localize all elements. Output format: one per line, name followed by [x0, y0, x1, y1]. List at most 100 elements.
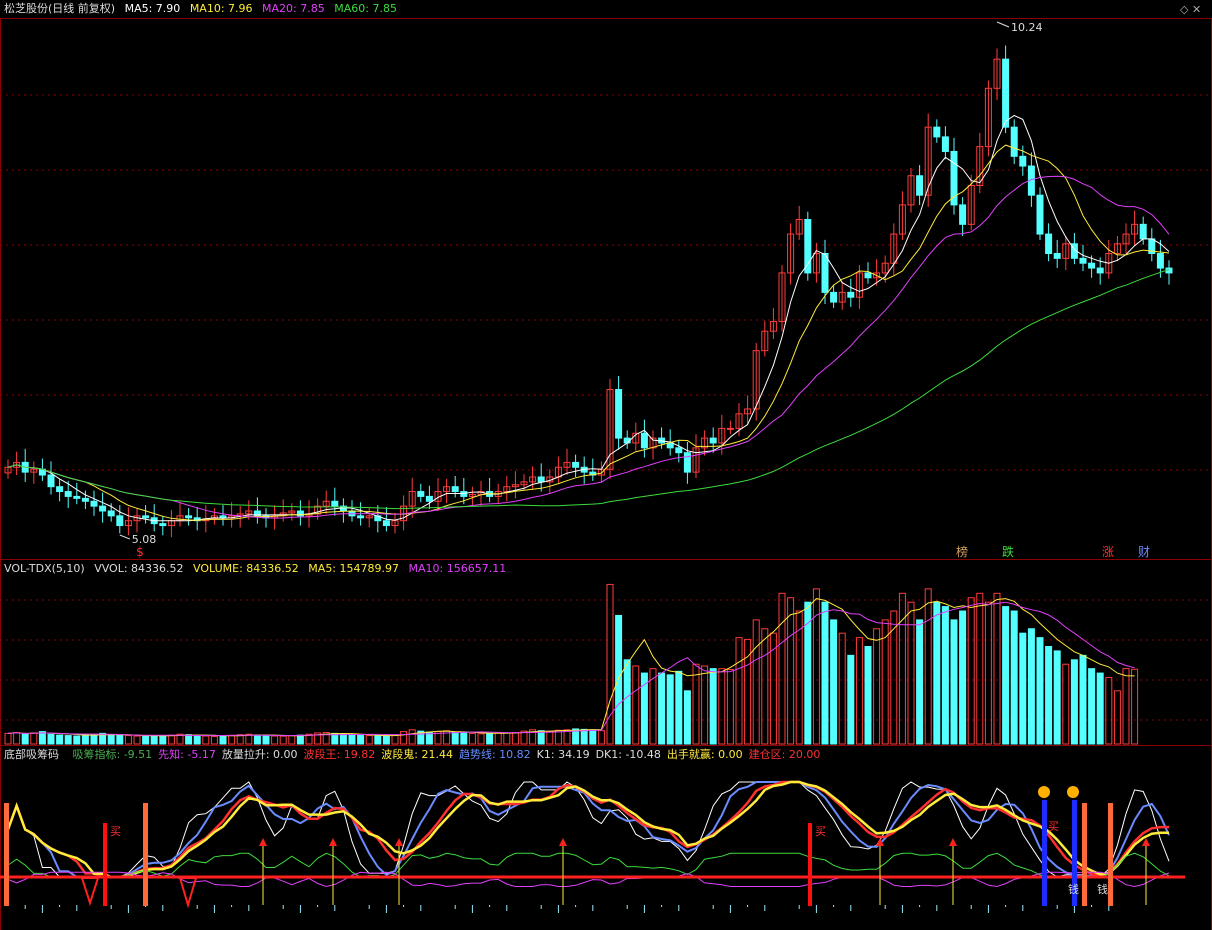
up-arrow-icon: [949, 838, 957, 846]
candle-body: [1079, 257, 1087, 264]
event-marker: 财: [1138, 545, 1150, 559]
chart-frame: [0, 18, 1212, 930]
volume-bar: [30, 732, 38, 745]
volume-bar: [1096, 672, 1104, 745]
up-arrow-icon: [329, 838, 337, 846]
volume-bar: [726, 669, 734, 745]
candle-body: [99, 505, 107, 512]
money-bag-icon: [1067, 786, 1079, 798]
candle-body: [64, 491, 72, 497]
volume-bar: [950, 619, 958, 745]
stock-chart-canvas[interactable]: 10.245.08$ 榜跌涨财买买买钱钱: [0, 0, 1212, 930]
high-pointer: [996, 21, 1010, 28]
candle-body: [116, 515, 124, 527]
volume-bar: [150, 735, 158, 745]
volume-bar: [615, 614, 623, 745]
candle-body: [219, 515, 227, 519]
event-marker: $: [136, 545, 144, 559]
candle-body: [451, 486, 459, 493]
volume-bar: [81, 734, 89, 745]
volume-bar: [253, 734, 261, 745]
volume-bar: [210, 735, 218, 745]
volume-bar: [56, 734, 64, 745]
money-signal-label: 钱: [1097, 882, 1108, 896]
volume-bar: [228, 734, 236, 745]
candle-body: [331, 500, 339, 507]
volume-bar: [13, 731, 21, 745]
volume-bar: [830, 619, 838, 745]
volume-bar: [709, 668, 717, 745]
volume-bar: [976, 592, 984, 745]
signal-bar: [1108, 803, 1113, 906]
volume-bar: [219, 735, 227, 745]
volume-bar: [855, 637, 863, 745]
money-bag-icon: [1038, 786, 1050, 798]
volume-bar: [468, 732, 476, 745]
volume-bar: [873, 628, 881, 745]
volume-bar: [1019, 632, 1027, 745]
volume-bar: [348, 734, 356, 745]
volume-bar: [21, 733, 29, 745]
money-signal-label: 钱: [1068, 882, 1079, 896]
signal-bar: [143, 803, 148, 906]
volume-bar: [1088, 668, 1096, 745]
volume-bar: [116, 734, 124, 745]
volume-bar: [1010, 610, 1018, 745]
candle-body: [615, 389, 623, 439]
candle-body: [830, 291, 838, 303]
high-price-label: 10.24: [1011, 21, 1043, 34]
candle-body: [847, 291, 855, 298]
candle-body: [709, 437, 717, 444]
candle-body: [821, 252, 829, 293]
candle-body: [1002, 58, 1010, 128]
volume-bar: [107, 734, 115, 745]
event-marker: 跌: [1002, 544, 1014, 559]
volume-bar: [400, 731, 408, 745]
volume-bar: [1105, 677, 1113, 745]
signal-bar: [4, 803, 9, 906]
volume-bar: [898, 592, 906, 745]
volume-bar: [916, 619, 924, 745]
volume-bar: [701, 665, 709, 745]
volume-bar: [1062, 663, 1070, 745]
volume-bar: [1079, 654, 1087, 745]
volume-bar: [73, 735, 81, 745]
volume-bar: [511, 731, 519, 745]
candle-body: [666, 442, 674, 449]
dip-marker: [80, 877, 100, 907]
volume-bar: [589, 729, 597, 745]
up-arrow-icon: [395, 838, 403, 846]
candle-body: [1053, 252, 1061, 259]
buy-signal-label: 买: [110, 825, 121, 838]
ma60-line: [7, 269, 1170, 510]
candle-body: [1088, 262, 1096, 269]
candle-body: [425, 495, 433, 502]
candle-body: [726, 427, 734, 430]
volume-bar: [580, 728, 588, 745]
volume-bar: [735, 637, 743, 745]
volume-bar: [1027, 628, 1035, 745]
buy-signal-bar: [103, 823, 107, 906]
candle-body: [382, 520, 390, 527]
volume-bar: [167, 734, 175, 745]
volume-bar: [993, 592, 1001, 745]
volume-bar: [90, 733, 98, 745]
ma5-line: [7, 114, 1170, 522]
candle-body: [1139, 223, 1147, 240]
volume-bar: [133, 735, 141, 745]
volume-bar: [761, 628, 769, 745]
buy-signal-bar: [808, 823, 812, 906]
candle-body: [159, 523, 167, 527]
volume-bar: [339, 733, 347, 745]
volume-bar: [941, 606, 949, 745]
volume-bar: [632, 665, 640, 745]
up-arrow-icon: [259, 838, 267, 846]
candle-body: [1096, 267, 1104, 274]
buy-signal-label: 买: [1048, 820, 1059, 833]
volume-bar: [658, 672, 666, 745]
volume-bar: [503, 732, 511, 745]
volume-bar: [924, 588, 932, 745]
volume-bar: [1045, 645, 1053, 745]
candle-body: [1156, 252, 1164, 269]
volume-bar: [675, 670, 683, 745]
